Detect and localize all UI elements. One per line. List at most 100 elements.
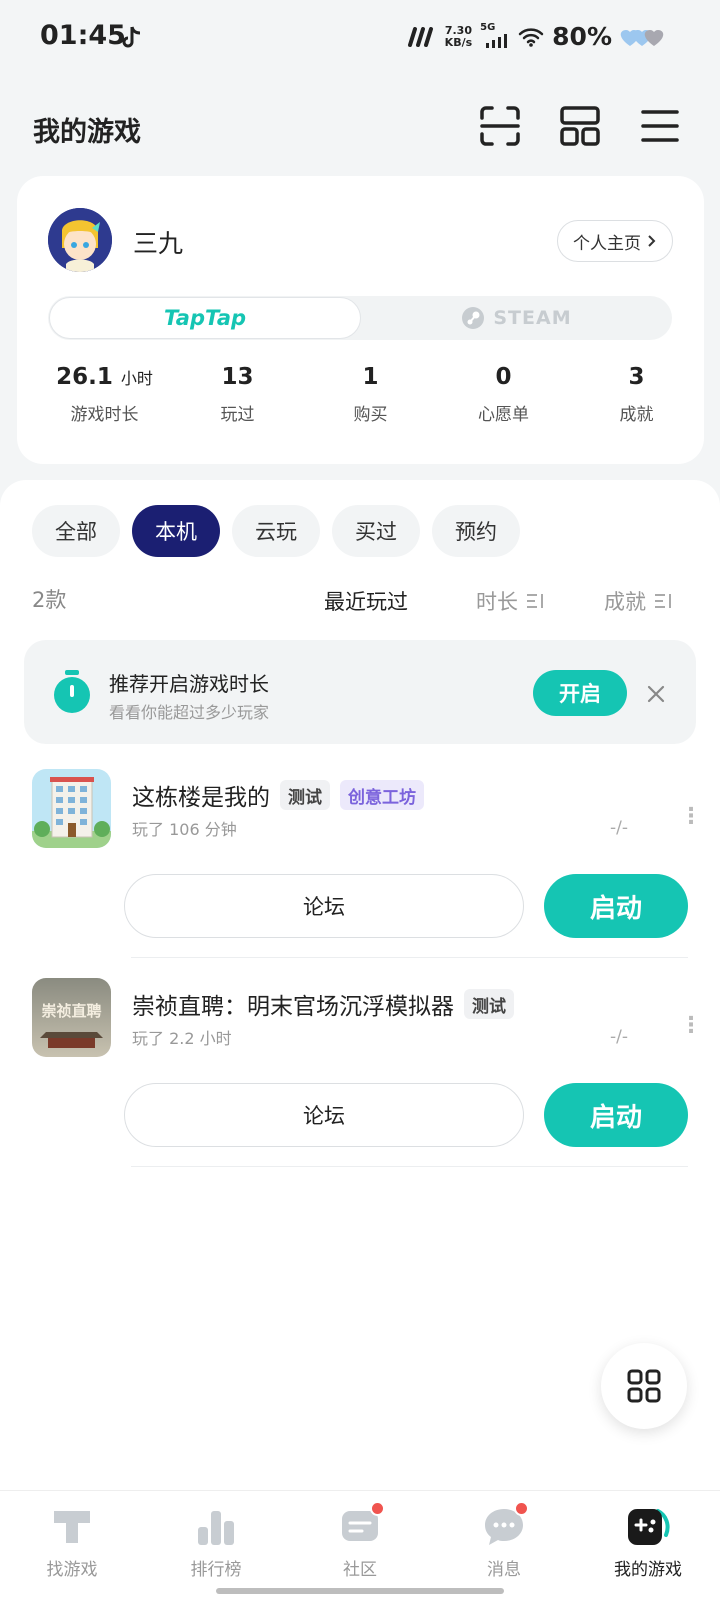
divider [131,957,688,958]
close-icon[interactable] [646,684,666,704]
stat-value: 13 [221,364,254,390]
game-count: 2款 [32,588,67,612]
avatar[interactable] [48,208,112,272]
game-title-row: 这栋楼是我的 测试 创意工坊 [132,778,424,812]
layout-icon[interactable] [558,104,602,148]
grid-fab-button[interactable] [601,1343,687,1429]
game-meta: -/- [610,1027,628,1047]
notification-badge [370,1501,385,1516]
cell-signal-icon: 5G [480,22,510,50]
filter-chip-all[interactable]: 全部 [32,505,120,557]
launch-button[interactable]: 启动 [544,874,688,938]
nav-my-games[interactable]: 我的游戏 [576,1505,720,1580]
nav-rankings[interactable]: 排行榜 [144,1505,288,1580]
sort-icon [527,594,543,608]
tag-workshop: 创意工坊 [340,780,424,810]
net-speed-unit: KB/s [444,35,473,49]
nav-label: 找游戏 [46,1560,98,1580]
scan-icon[interactable] [478,104,522,148]
stat-played[interactable]: 13 玩过 [171,364,304,425]
game-title-row: 崇祯直聘：明末官场沉浮模拟器 测试 [132,987,514,1021]
game-playtime: 玩了 2.2 小时 [132,1029,232,1048]
profile-home-button[interactable]: 个人主页 [557,220,673,262]
stat-purchased[interactable]: 1 购买 [304,364,437,425]
stat-achievements[interactable]: 3 成就 [570,364,703,425]
steam-label: STEAM [493,307,572,329]
battery-percent: 80% [552,22,612,51]
status-right: 7.30 KB/s 5G 80% [407,22,668,51]
sort-achievement[interactable]: 成就 [604,586,674,616]
sort-recent-label: 最近玩过 [324,590,408,614]
sort-recent[interactable]: 最近玩过 [324,586,408,616]
platform-tab-steam[interactable]: STEAM [361,297,672,339]
sort-icon [655,594,671,608]
filter-chip-local[interactable]: 本机 [132,505,220,557]
sort-duration[interactable]: 时长 [476,586,546,616]
find-games-icon [54,1511,90,1543]
enable-playtime-button[interactable]: 开启 [533,670,627,716]
stat-value: 26.1 [56,364,113,390]
forum-button[interactable]: 论坛 [124,1083,524,1147]
game-title[interactable]: 这栋楼是我的 [132,778,270,812]
more-options-icon[interactable]: ⋮ [680,806,702,828]
tag-test: 测试 [280,780,330,810]
rankings-icon [198,1511,234,1545]
username: 三九 [133,229,184,258]
chevron-right-icon [648,235,656,247]
stopwatch-icon [54,670,90,713]
nav-label: 我的游戏 [614,1560,682,1580]
nav-find-games[interactable]: 找游戏 [0,1505,144,1580]
menu-icon[interactable] [638,104,682,148]
battery-hearts-icon [620,29,664,46]
page-title: 我的游戏 [33,117,141,148]
stat-value: 1 [362,364,379,390]
tag-test: 测试 [464,989,514,1019]
nav-label: 社区 [343,1560,377,1580]
stat-label: 成就 [619,405,654,425]
wifi-icon [518,27,544,47]
home-indicator[interactable] [216,1588,504,1594]
stat-label: 游戏时长 [70,405,139,425]
stat-label: 心愿单 [478,405,529,425]
filter-chip-reserved[interactable]: 预约 [432,505,520,557]
game-title[interactable]: 崇祯直聘：明末官场沉浮模拟器 [132,987,454,1021]
tiktok-icon [122,26,141,48]
my-games-icon [628,1509,670,1545]
game-icon-text: 崇祯直聘 [41,1002,101,1020]
status-bar: 01:45 7.30 KB/s 5G 80% [0,0,720,78]
taptap-logo: TapTap [163,306,247,330]
banner-title: 推荐开启游戏时长 [109,672,269,696]
stat-label: 购买 [353,405,388,425]
steam-icon [462,307,485,329]
forum-button[interactable]: 论坛 [124,874,524,938]
divider [131,1166,688,1167]
launch-button[interactable]: 启动 [544,1083,688,1147]
sort-achievement-label: 成就 [604,590,646,614]
net-speed: 7.30 KB/s [444,23,473,49]
hd-signal-icon [407,26,433,47]
stat-value: 0 [495,364,512,390]
platform-tab-taptap[interactable]: TapTap [49,297,361,339]
net-speed-value: 7.30 [444,23,472,37]
filter-chip-cloud[interactable]: 云玩 [232,505,320,557]
stat-wishlist[interactable]: 0 心愿单 [437,364,570,425]
nav-community[interactable]: 社区 [288,1501,432,1580]
stat-play-time[interactable]: 26.1 小时 游戏时长 [38,364,171,425]
more-options-icon[interactable]: ⋮ [680,1015,702,1037]
game-meta: -/- [610,818,628,838]
nav-messages[interactable]: 消息 [432,1501,576,1580]
nav-label: 消息 [487,1560,521,1580]
game-icon-chongzhen[interactable]: 崇祯直聘 [32,978,111,1057]
stat-unit: 小时 [120,369,153,388]
profile-home-label: 个人主页 [573,233,641,254]
sort-duration-label: 时长 [476,590,518,614]
grid-icon [627,1369,661,1403]
nav-label: 排行榜 [190,1560,242,1580]
game-icon-building[interactable] [32,769,111,848]
stat-value: 3 [628,364,645,390]
banner-subtitle: 看看你能超过多少玩家 [109,703,270,722]
status-time: 01:45 [40,20,126,51]
game-playtime: 玩了 106 分钟 [132,820,237,839]
filter-chip-bought[interactable]: 买过 [332,505,420,557]
stat-label: 玩过 [220,405,255,425]
